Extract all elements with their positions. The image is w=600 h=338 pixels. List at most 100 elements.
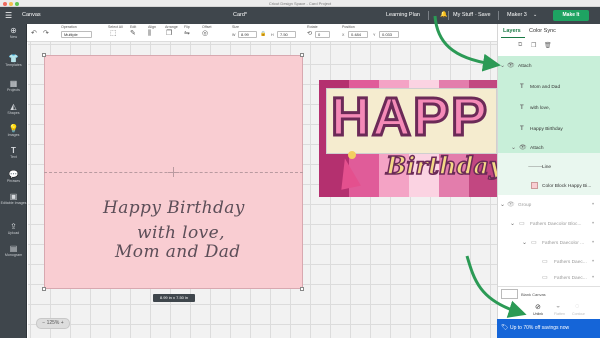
height-label: H — [271, 33, 274, 37]
layer-color-block[interactable]: Color Block Happy Bi... — [498, 176, 600, 197]
hamburger-menu-icon[interactable]: ☰ — [5, 7, 12, 24]
eye-icon[interactable]: 👁 — [507, 201, 515, 209]
learning-plan-link[interactable]: Learning Plan — [386, 7, 420, 24]
make-it-button[interactable]: Make It — [553, 10, 589, 21]
sidebar-item-images[interactable]: 💡 Images — [0, 124, 27, 138]
layer-happy-birthday[interactable]: T Happy Birthday — [498, 119, 600, 140]
zoom-out-icon[interactable]: − — [42, 320, 45, 326]
lock-icon[interactable]: 🔒 — [260, 30, 266, 38]
save-link[interactable]: Save — [478, 7, 491, 24]
project-title[interactable]: Card* — [233, 7, 247, 24]
rotate-input[interactable]: 0 — [315, 31, 330, 38]
zoom-control[interactable]: − 125% + — [36, 318, 70, 329]
contour-icon[interactable]: ◌ — [575, 303, 579, 310]
visibility-dot-icon[interactable]: • — [592, 258, 594, 266]
eye-icon[interactable]: 👁 — [519, 144, 527, 152]
visibility-dot-icon[interactable]: • — [592, 201, 594, 209]
resize-handle[interactable] — [300, 287, 304, 291]
chevron-down-icon[interactable]: ⌄ — [511, 144, 516, 152]
y-input[interactable]: 0.033 — [379, 31, 399, 38]
eye-icon[interactable]: 👁 — [507, 62, 515, 70]
header-divider — [448, 11, 449, 20]
sidebar-item-upload[interactable]: ⇪ Upload — [0, 222, 27, 236]
rotate-label: Rotate — [307, 25, 318, 29]
text-layer-icon: T — [520, 84, 524, 90]
x-input[interactable]: 0.484 — [348, 31, 368, 38]
layer-fathers-1[interactable]: ⌄ ▭ Fathers Daecolor Bloc... • — [498, 214, 600, 235]
window-title: Cricut Design Space - Card Project — [268, 1, 332, 6]
layer-fathers-2[interactable]: ⌄ ▭ Fathers Daecolor ... • — [498, 233, 600, 254]
zoom-in-icon[interactable]: + — [61, 320, 64, 326]
edit-icon[interactable]: ✎ — [130, 30, 136, 38]
resize-handle[interactable] — [42, 53, 46, 57]
card-text-line-3[interactable]: Mom and Dad — [115, 242, 241, 262]
trash-icon[interactable]: 🗑 — [544, 42, 552, 49]
chevron-down-icon[interactable]: ⌄ — [500, 62, 505, 70]
sidebar-label: Templates — [5, 63, 22, 67]
card-text-line-2[interactable]: with love, — [137, 223, 225, 243]
chevron-down-icon[interactable]: ⌄ — [522, 239, 527, 247]
sidebar-item-phrases[interactable]: 💬 Phrases — [0, 170, 27, 184]
design-happy-text: HAPP — [329, 86, 490, 149]
group-icon[interactable]: ⧉ — [518, 42, 522, 49]
sidebar-label: Images — [7, 133, 20, 137]
flatten-icon[interactable]: ◒ — [556, 303, 560, 310]
sidebar-label: Phrases — [6, 179, 21, 183]
chevron-down-icon[interactable]: ⌄ — [533, 7, 537, 24]
operation-select[interactable]: Multiple — [61, 31, 92, 38]
offset-icon[interactable]: ◎ — [202, 30, 208, 38]
unlink-button[interactable]: Unlink — [533, 312, 543, 316]
flip-icon[interactable]: ⇋ — [184, 30, 190, 38]
layer-attach-nested[interactable]: ⌄ 👁 Attach — [498, 138, 600, 159]
layer-mom-and-dad[interactable]: T Mom and Dad — [498, 77, 600, 98]
layer-attach[interactable]: ⌄ 👁 Attach — [498, 56, 600, 77]
sidebar-item-new[interactable]: ⊕ New — [0, 26, 27, 40]
shapes-icon: ◭ — [10, 102, 17, 111]
sidebar-item-editable-images[interactable]: ▣ Editable Images — [0, 192, 27, 206]
duplicate-icon[interactable]: ❐ — [531, 42, 536, 49]
undo-icon[interactable]: ↶ — [31, 30, 37, 38]
visibility-dot-icon[interactable]: • — [592, 239, 594, 247]
sidebar-item-text[interactable]: T Text — [0, 146, 27, 160]
center-marker — [168, 172, 179, 173]
panel-divider — [498, 286, 600, 287]
card-text-line-1[interactable]: Happy Birthday — [103, 198, 245, 218]
rotate-value: 0 — [318, 32, 321, 37]
chevron-down-icon[interactable]: ⌄ — [510, 220, 515, 228]
arrange-icon[interactable]: ❐ — [166, 30, 172, 38]
layer-with-love[interactable]: Twith love, — [498, 98, 600, 119]
sidebar-item-shapes[interactable]: ◭ Shapes — [0, 102, 27, 116]
line-icon: ⸻ — [528, 164, 543, 170]
select-all-icon[interactable]: ⬚ — [110, 30, 117, 38]
resize-handle[interactable] — [300, 53, 304, 57]
sidebar-label: Shapes — [7, 111, 20, 115]
tab-color-sync[interactable]: Color Sync — [529, 28, 556, 34]
layer-group[interactable]: ⌄ 👁 Group • — [498, 195, 600, 216]
machine-selector[interactable]: Maker 3 — [507, 7, 527, 24]
upload-icon: ⇪ — [10, 222, 17, 231]
bell-icon[interactable]: 🔔 — [440, 7, 447, 24]
header-divider — [498, 11, 499, 20]
my-stuff-link[interactable]: My Stuff — [453, 7, 473, 24]
sidebar-item-templates[interactable]: 👕 Templates — [0, 54, 27, 68]
redo-icon[interactable]: ↷ — [43, 30, 49, 38]
contour-button[interactable]: Contour — [572, 312, 585, 316]
blank-canvas-swatch[interactable] — [501, 289, 518, 299]
promo-banner[interactable]: 🏷 Up to 70% off savings now — [497, 319, 600, 338]
visibility-dot-icon[interactable]: • — [592, 220, 594, 228]
width-input[interactable]: 8.99 — [238, 31, 257, 38]
resize-handle[interactable] — [42, 287, 46, 291]
unlink-icon[interactable]: ⊘ — [535, 303, 541, 311]
tab-layers[interactable]: Layers — [503, 28, 521, 34]
sidebar-item-projects[interactable]: ▦ Projects — [0, 79, 27, 93]
visibility-dot-icon[interactable]: • — [592, 274, 594, 282]
sidebar-item-monogram[interactable]: ▤ Monogram — [0, 244, 27, 258]
flatten-button[interactable]: Flatten — [554, 312, 565, 316]
align-icon[interactable]: ⫼ — [148, 30, 151, 38]
layer-line[interactable]: ⸻ Line — [498, 157, 600, 178]
chevron-down-icon[interactable]: ⌄ — [500, 201, 505, 209]
layer-label: Mom and Dad — [530, 85, 561, 90]
height-input[interactable]: 7.50 — [277, 31, 296, 38]
left-sidebar: ⊕ New 👕 Templates ▦ Projects ◭ Shapes 💡 Image… — [0, 24, 27, 338]
blank-canvas-label: Blank Canvas — [521, 292, 546, 297]
